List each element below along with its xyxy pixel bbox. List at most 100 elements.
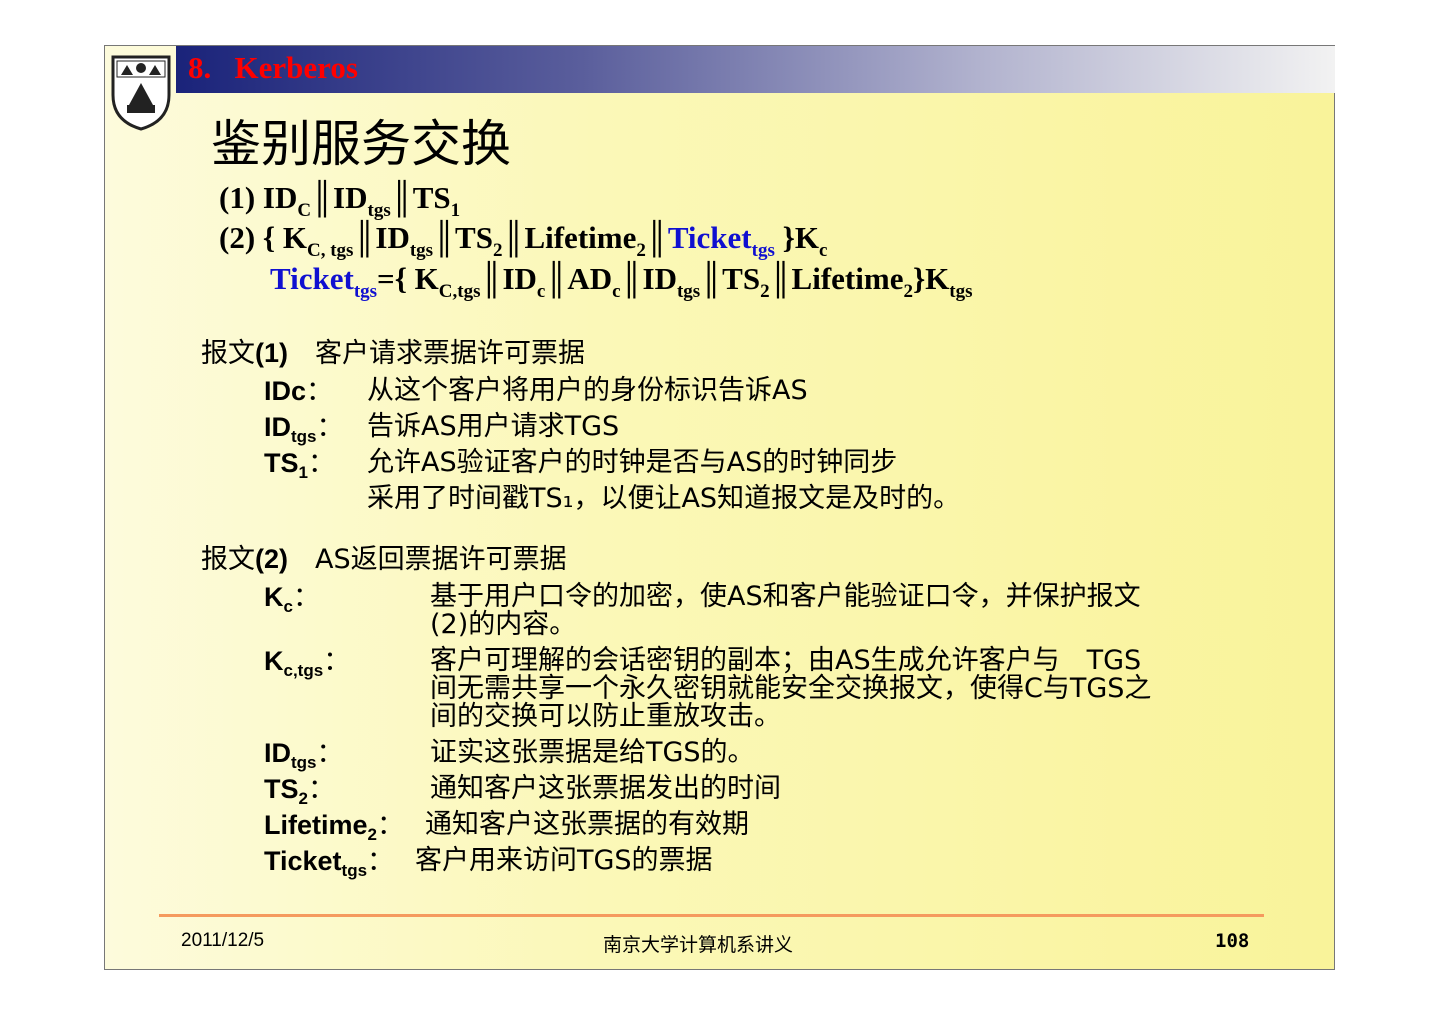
- formula-text: Ticket: [270, 261, 354, 296]
- term-subscript: 1: [298, 463, 308, 482]
- formula-line-1: (1) IDC║IDtgs║TS1: [219, 180, 460, 222]
- msg1-extra: 采用了时间戳TS₁，以便让AS知道报文是及时的。: [367, 483, 961, 514]
- term-key: ID: [264, 738, 291, 768]
- formula-subscript: tgs: [676, 281, 701, 302]
- formula-text: ║ID: [353, 220, 410, 255]
- formula-subscript: c: [818, 240, 828, 261]
- formula-subscript: C, tgs: [306, 240, 354, 261]
- term-key: IDc: [264, 376, 307, 406]
- formula-text: ║Lifetime: [502, 220, 637, 255]
- definition-term: IDtgs：: [264, 412, 344, 452]
- definition-term: Kc,tgs：: [264, 646, 350, 686]
- formula-text: ║ID: [480, 261, 537, 296]
- term-subscript: tgs: [291, 753, 317, 772]
- definition-text: 允许AS验证客户的时钟是否与AS的时钟同步: [367, 447, 898, 478]
- msg2-heading: 报文(2) AS返回票据许可票据: [201, 544, 567, 575]
- term-subscript: c: [283, 597, 293, 616]
- term-key: ID: [264, 412, 291, 442]
- footer-rule: [159, 914, 1264, 917]
- formula-subscript: tgs: [367, 200, 391, 221]
- formula-text: }K: [912, 261, 950, 296]
- formula-text: ║TS: [433, 220, 493, 255]
- formula-subscript: c: [612, 281, 621, 302]
- definition-term: TS1：: [264, 448, 335, 488]
- formula-subscript: tgs: [353, 281, 378, 302]
- definition-text: 告诉AS用户请求TGS: [367, 411, 620, 442]
- formula-text: ║AD: [545, 261, 613, 296]
- formula-text: Ticket: [667, 220, 752, 255]
- formula-subscript: tgs: [949, 281, 973, 302]
- formula-text: ║TS: [390, 180, 451, 215]
- term-subscript: tgs: [291, 427, 317, 446]
- definition-text: 间的交换可以防止重放攻击。: [430, 701, 781, 732]
- definition-text: 证实这张票据是给TGS的。: [430, 737, 755, 768]
- header-bar: 8. Kerberos: [176, 46, 1335, 93]
- formula-subscript: C,tgs: [438, 281, 481, 302]
- definition-term: Kc：: [264, 582, 320, 622]
- heading-num: (1): [255, 338, 288, 368]
- formula-text: (2) { K: [219, 220, 307, 255]
- definition-text: 从这个客户将用户的身份标识告诉AS: [367, 375, 808, 406]
- formula-text: ={ K: [377, 261, 439, 296]
- slide: 8. Kerberos 鉴别服务交换 (1) IDC║IDtgs║TS1 (2)…: [104, 45, 1335, 970]
- msg1-heading: 报文(1) 客户请求票据许可票据: [201, 338, 585, 369]
- footer-center: 南京大学计算机系讲义: [603, 934, 794, 956]
- definition-text: 通知客户这张票据发出的时间: [430, 773, 781, 804]
- formula-subscript: tgs: [751, 240, 775, 261]
- definition-text: 通知客户这张票据的有效期: [425, 809, 749, 840]
- term-key: TS: [264, 448, 299, 478]
- formula-subscript: 1: [450, 200, 461, 221]
- definition-term: TS2：: [264, 774, 335, 814]
- definition-text: (2)的内容。: [430, 609, 577, 640]
- term-key: K: [264, 582, 284, 612]
- heading-text: 报文: [201, 544, 255, 575]
- formula-subscript: C: [297, 200, 312, 221]
- term-subscript: 2: [367, 825, 377, 844]
- term-sep: ：: [307, 448, 335, 479]
- term-subscript: 2: [298, 789, 308, 808]
- heading-text: 客户请求票据许可票据: [288, 338, 585, 369]
- definition-term: Lifetime2：: [264, 810, 404, 850]
- term-sep: ：: [367, 846, 395, 877]
- term-sep: ：: [292, 582, 320, 613]
- formula-line-3: Tickettgs={ KC,tgs║IDc║ADc║IDtgs║TS2║Lif…: [270, 261, 973, 303]
- formula-text: ║Lifetime: [769, 261, 904, 296]
- formula-text: ║: [645, 220, 668, 255]
- formula-text: ║ID: [311, 180, 368, 215]
- formula-subscript: 2: [760, 281, 770, 302]
- university-logo-icon: [111, 55, 171, 131]
- term-sep: ：: [306, 376, 334, 407]
- term-sep: ：: [316, 412, 344, 443]
- definition-term: IDtgs：: [264, 738, 344, 778]
- definition-text: 客户可理解的会话密钥的副本；由AS生成允许客户与 TGS: [430, 645, 1142, 676]
- term-key: Lifetime: [264, 810, 368, 840]
- term-sep: ：: [316, 738, 344, 769]
- term-sep: ：: [377, 810, 404, 841]
- page-number: 108: [1215, 930, 1250, 952]
- formula-line-2: (2) { KC, tgs║IDtgs║TS2║Lifetime2║Ticket…: [219, 220, 827, 262]
- definition-text: 间无需共享一个永久密钥就能安全交换报文，使得C与TGS之: [430, 673, 1152, 704]
- term-key: Ticket: [264, 846, 342, 876]
- heading-text: AS返回票据许可票据: [288, 544, 567, 575]
- formula-text: }K: [774, 220, 819, 255]
- term-key: K: [264, 646, 284, 676]
- term-sep: ：: [323, 646, 351, 677]
- formula-subscript: 2: [903, 281, 913, 302]
- term-sep: ：: [307, 774, 335, 805]
- formula-subscript: tgs: [409, 240, 434, 261]
- term-subscript: c,tgs: [283, 661, 324, 680]
- term-subscript: tgs: [341, 861, 368, 880]
- definition-term: Tickettgs：: [264, 846, 394, 886]
- heading-num: (2): [255, 544, 288, 574]
- formula-text: (1) ID: [219, 180, 298, 215]
- heading-text: 报文: [201, 338, 255, 369]
- definition-term: IDc：: [264, 376, 333, 407]
- footer-date: 2011/12/5: [181, 930, 265, 951]
- term-key: TS: [264, 774, 299, 804]
- formula-subscript: 2: [636, 240, 646, 261]
- formula-text: ║ID: [620, 261, 677, 296]
- formula-text: ║TS: [700, 261, 761, 296]
- definition-text: 基于用户口令的加密，使AS和客户能验证口令，并保护报文: [430, 581, 1141, 612]
- slide-title: 鉴别服务交换: [211, 115, 511, 173]
- definition-text: 客户用来访问TGS的票据: [415, 845, 713, 876]
